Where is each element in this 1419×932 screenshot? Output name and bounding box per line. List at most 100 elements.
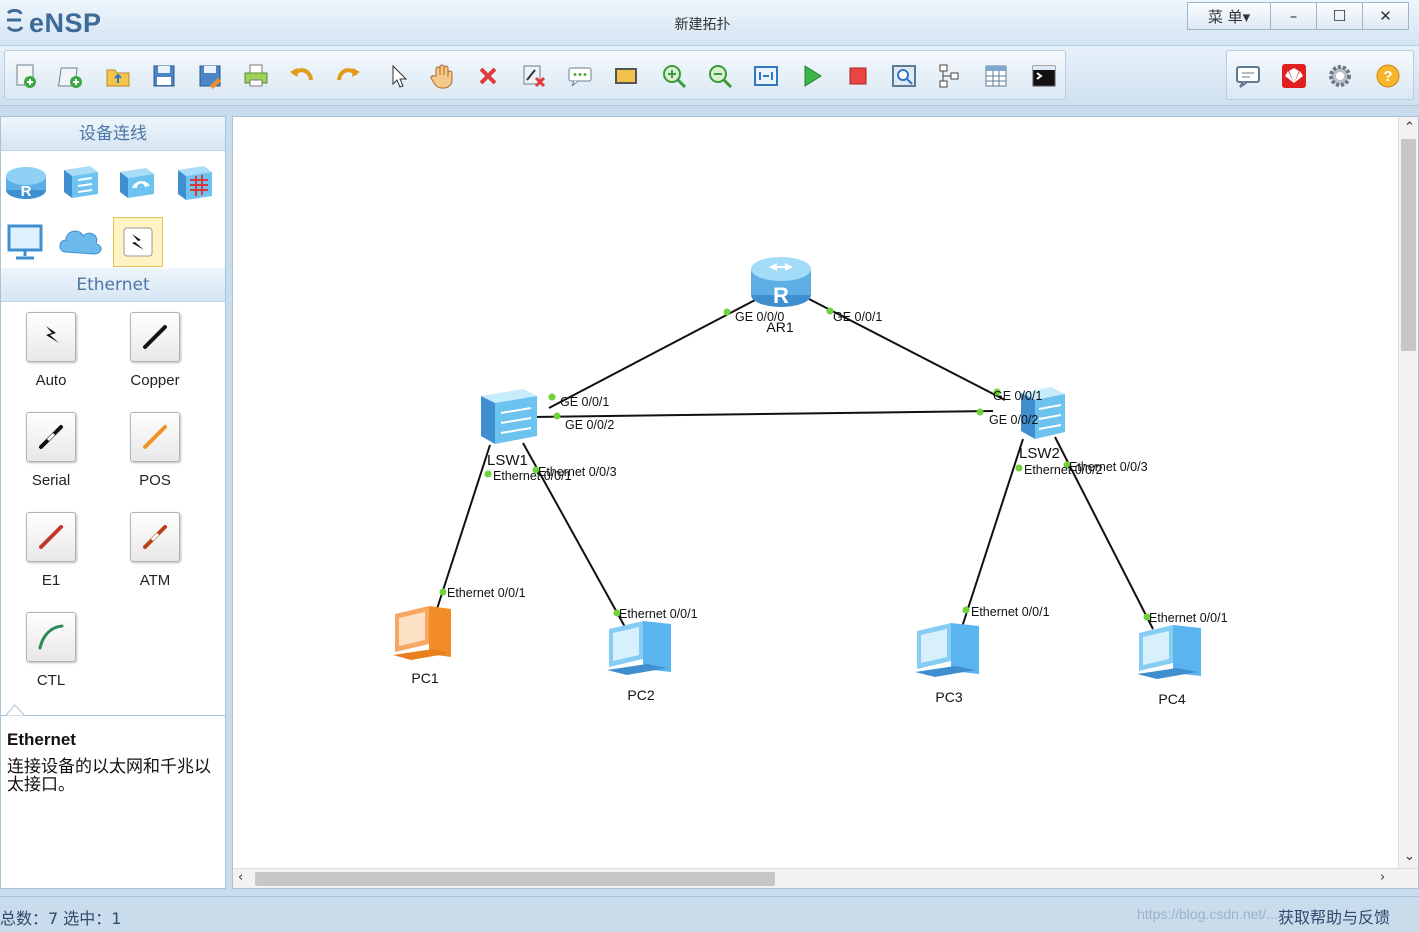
app-name: eNSP — [29, 8, 102, 38]
port-dot — [962, 606, 970, 614]
window-controls: 菜 单▾ – ☐ ✕ — [1187, 2, 1409, 30]
serial-cable-icon[interactable] — [26, 412, 76, 462]
new-example-icon[interactable] — [57, 61, 87, 91]
auto-cable-icon[interactable] — [26, 312, 76, 362]
huawei-icon[interactable] — [1279, 61, 1309, 91]
cable-e1[interactable]: E1 — [1, 512, 101, 589]
port-dot — [439, 588, 447, 596]
text-icon[interactable] — [565, 61, 595, 91]
pc2[interactable] — [607, 621, 671, 675]
help-icon[interactable]: ? — [1373, 61, 1403, 91]
scroll-left-icon[interactable]: ‹ — [238, 870, 243, 885]
vertical-scrollbar[interactable]: ⌃ ⌄ — [1398, 117, 1418, 869]
cloud-icon[interactable] — [55, 217, 105, 267]
cable-auto[interactable]: Auto — [1, 312, 101, 389]
right-toolbar-group: ? — [1226, 50, 1414, 100]
svg-text:R: R — [21, 183, 32, 200]
port-label: Ethernet 0/0/3 — [538, 465, 617, 479]
topology-icon[interactable] — [935, 61, 965, 91]
port-label: GE 0/0/0 — [735, 310, 784, 324]
pan-icon[interactable] — [427, 61, 457, 91]
settings-icon[interactable] — [1325, 61, 1355, 91]
pc3[interactable] — [915, 623, 979, 677]
zoom-in-icon[interactable] — [659, 61, 689, 91]
scroll-right-icon[interactable]: › — [1380, 870, 1385, 885]
select-icon[interactable] — [383, 61, 413, 91]
node-label-lsw2: LSW2 — [1019, 445, 1060, 462]
delete-icon[interactable] — [473, 61, 503, 91]
cable-ctl[interactable]: CTL — [1, 612, 101, 689]
message-icon[interactable] — [1233, 61, 1263, 91]
link-ar1-lsw1[interactable] — [548, 298, 758, 409]
horizontal-scroll-thumb[interactable] — [255, 872, 775, 886]
copper-cable-icon[interactable] — [130, 312, 180, 362]
open-icon[interactable] — [103, 61, 133, 91]
topology-canvas[interactable]: R AR1 LSW1 LSW2 PC1 PC2 PC3 PC4 GE 0/0/0… — [232, 116, 1419, 889]
router-ar1[interactable]: R — [751, 257, 811, 308]
topology-diagram: R AR1 LSW1 LSW2 PC1 PC2 PC3 PC4 GE 0/0/0… — [393, 257, 1228, 707]
terminal-icon[interactable] — [1, 217, 51, 267]
cable-serial[interactable]: Serial — [1, 412, 101, 489]
vertical-scroll-thumb[interactable] — [1401, 139, 1416, 351]
close-button[interactable]: ✕ — [1363, 2, 1409, 30]
undo-icon[interactable] — [287, 61, 317, 91]
cable-label: Serial — [31, 472, 71, 489]
wireless-icon[interactable] — [111, 157, 161, 207]
capture-icon[interactable] — [889, 61, 919, 91]
description-text: 连接设备的以太网和千兆以太接口。 — [7, 757, 211, 795]
device-panel: 设备连线 R Ethernet Auto Copper Serial POS E1 ATM… — [0, 116, 226, 889]
maximize-button[interactable]: ☐ — [1317, 2, 1363, 30]
ctl-cable-icon[interactable] — [26, 612, 76, 662]
port-dot — [723, 308, 731, 316]
port-labels: GE 0/0/0 GE 0/0/1 GE 0/0/1 GE 0/0/2 GE 0… — [447, 310, 1228, 625]
e1-cable-icon[interactable] — [26, 512, 76, 562]
port-label: Ethernet 0/0/1 — [447, 586, 526, 600]
link-lsw2-pc3[interactable] — [961, 438, 1024, 628]
port-label: Ethernet 0/0/1 — [619, 607, 698, 621]
cable-pos[interactable]: POS — [105, 412, 205, 489]
zoom-out-icon[interactable] — [705, 61, 735, 91]
port-label: Ethernet 0/0/1 — [971, 605, 1050, 619]
scroll-up-icon[interactable]: ⌃ — [1404, 120, 1415, 135]
window-title: 新建拓扑 — [674, 17, 731, 33]
command-line-icon[interactable] — [1029, 61, 1059, 91]
pc1[interactable] — [393, 606, 451, 660]
save-icon[interactable] — [149, 61, 179, 91]
port-dot — [484, 470, 492, 478]
atm-cable-icon[interactable] — [130, 512, 180, 562]
router-icon[interactable]: R — [1, 157, 51, 207]
connection-icon[interactable] — [113, 217, 163, 267]
port-label: GE 0/0/1 — [560, 395, 609, 409]
cable-copper[interactable]: Copper — [105, 312, 205, 389]
cable-atm[interactable]: ATM — [105, 512, 205, 589]
print-icon[interactable] — [241, 61, 271, 91]
node-label-pc2: PC2 — [627, 687, 654, 703]
port-dot — [1015, 464, 1023, 472]
pointer-notch — [5, 704, 25, 716]
fit-view-icon[interactable] — [751, 61, 781, 91]
minimize-button[interactable]: – — [1271, 2, 1317, 30]
firewall-icon[interactable] — [169, 157, 219, 207]
new-topology-icon[interactable] — [11, 61, 41, 91]
cable-label: E1 — [41, 572, 61, 589]
delete-link-icon[interactable] — [519, 61, 549, 91]
switch-icon[interactable] — [55, 157, 105, 207]
menu-button[interactable]: 菜 单▾ — [1187, 2, 1271, 30]
port-label: GE 0/0/2 — [565, 418, 614, 432]
stop-device-icon[interactable] — [843, 61, 873, 91]
scroll-down-icon[interactable]: ⌄ — [1404, 849, 1415, 864]
pc4[interactable] — [1137, 625, 1201, 679]
save-as-icon[interactable] — [195, 61, 225, 91]
help-feedback-link[interactable]: 获取帮助与反馈 — [1278, 904, 1390, 928]
redo-icon[interactable] — [333, 61, 363, 91]
link-lsw1-lsw2[interactable] — [532, 410, 994, 418]
start-device-icon[interactable] — [797, 61, 827, 91]
grid-icon[interactable] — [981, 61, 1011, 91]
node-label-pc3: PC3 — [935, 689, 962, 705]
port-label: GE 0/0/2 — [989, 413, 1038, 427]
horizontal-scrollbar[interactable]: ‹ › — [233, 868, 1418, 888]
switch-lsw1[interactable] — [481, 389, 537, 444]
svg-text:?: ? — [1383, 68, 1392, 85]
pos-cable-icon[interactable] — [130, 412, 180, 462]
rectangle-icon[interactable] — [611, 61, 641, 91]
